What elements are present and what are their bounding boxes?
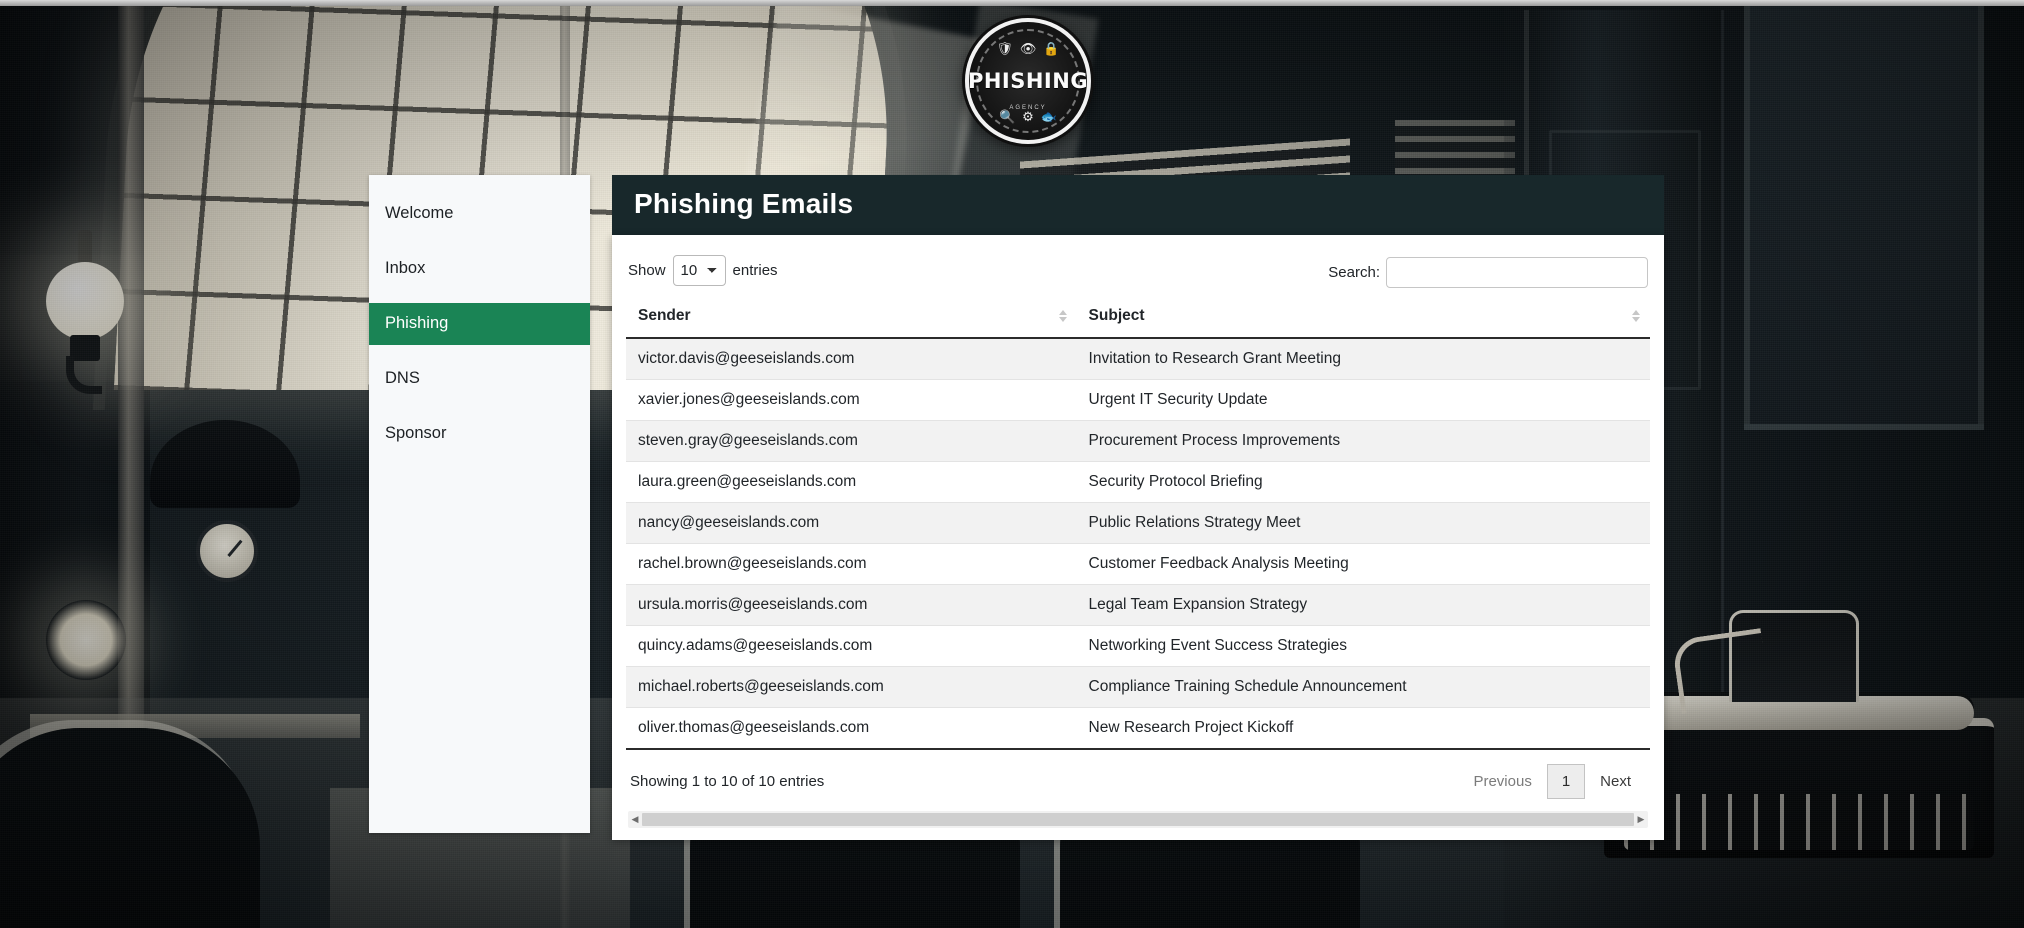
sidebar-nav: Welcome Inbox Phishing DNS Sponsor: [369, 175, 590, 833]
horizontal-scrollbar[interactable]: ◀ ▶: [628, 810, 1648, 828]
sidebar-item-inbox[interactable]: Inbox: [369, 248, 590, 290]
sidebar-item-welcome[interactable]: Welcome: [369, 193, 590, 235]
wall-lamp-globe: [46, 262, 124, 340]
table-row[interactable]: rachel.brown@geeseislands.com Customer Fe…: [626, 543, 1650, 585]
cell-subject: Networking Event Success Strategies: [1076, 625, 1650, 667]
table-row[interactable]: steven.gray@geeseislands.com Procurement …: [626, 420, 1650, 462]
table-row[interactable]: victor.davis@geeseislands.com Invitation …: [626, 337, 1650, 380]
cell-sender: oliver.thomas@geeseislands.com: [626, 707, 1077, 750]
phishing-emails-table: Sender Subject victor.davis@geeseislands…: [626, 295, 1650, 750]
table-row[interactable]: oliver.thomas@geeseislands.com New Resear…: [626, 707, 1650, 750]
lock-icon: 🔒: [1043, 41, 1060, 56]
search-input[interactable]: [1386, 256, 1648, 288]
pagination-next-button[interactable]: Next: [1585, 764, 1646, 799]
desk-lamp-shade: [150, 420, 300, 508]
logo-bottom-icons: 🔍 ⚙ 🐟: [969, 110, 1087, 123]
logo-top-icons: 🛡 👁 🔒: [969, 42, 1087, 55]
cell-subject: Invitation to Research Grant Meeting: [1076, 337, 1650, 380]
table-info: Showing 1 to 10 of 10 entries: [630, 772, 825, 790]
pagination: Previous 1 Next: [1458, 763, 1646, 799]
cell-subject: Customer Feedback Analysis Meeting: [1076, 543, 1650, 585]
scrollbar-thumb[interactable]: [642, 812, 1634, 826]
sidebar-item-label: Welcome: [385, 204, 454, 222]
cell-subject: Urgent IT Security Update: [1076, 379, 1650, 421]
cell-sender: ursula.morris@geeseislands.com: [626, 584, 1077, 626]
cell-sender: nancy@geeseislands.com: [626, 502, 1077, 544]
cell-subject: Security Protocol Briefing: [1076, 461, 1650, 503]
pagination-previous-button[interactable]: Previous: [1458, 764, 1546, 799]
table-header-row: Sender Subject: [626, 295, 1650, 339]
column-header-subject[interactable]: Subject: [1076, 295, 1650, 339]
cell-sender: michael.roberts@geeseislands.com: [626, 666, 1077, 708]
datatable-controls: Show 10 25 50 100 entries Search:: [626, 253, 1650, 296]
table-body: victor.davis@geeseislands.com Invitation …: [626, 337, 1650, 750]
table-row[interactable]: laura.green@geeseislands.com Security Pro…: [626, 461, 1650, 503]
table-row[interactable]: ursula.morris@geeseislands.com Legal Team…: [626, 584, 1650, 626]
cell-subject: New Research Project Kickoff: [1076, 707, 1650, 750]
right-window: [1744, 0, 1984, 430]
cell-sender: quincy.adams@geeseislands.com: [626, 625, 1077, 667]
datatable-card: Show 10 25 50 100 entries Search:: [612, 234, 1664, 840]
sidebar-item-label: Inbox: [385, 258, 426, 277]
scroll-right-arrow-icon[interactable]: ▶: [1634, 814, 1648, 825]
column-header-label: Sender: [638, 306, 691, 324]
page-length-control: Show 10 25 50 100 entries: [628, 253, 778, 286]
cell-sender: laura.green@geeseislands.com: [626, 461, 1077, 503]
logo-wordmark: PHISHING: [967, 69, 1089, 93]
main-panel: Phishing Emails Show 10 25 50 100 entrie…: [612, 175, 1664, 840]
cell-sender: victor.davis@geeseislands.com: [626, 337, 1077, 380]
gear-icon: ⚙: [1022, 109, 1034, 124]
cell-subject: Compliance Training Schedule Announcemen…: [1076, 666, 1650, 708]
show-label: Show: [628, 261, 666, 279]
phishing-agency-logo[interactable]: 🛡 👁 🔒 PHISHING AGENCY 🔍 ⚙ 🐟: [965, 18, 1091, 144]
desk-lamp-glow: [46, 600, 126, 680]
magnifier-icon: 🔍: [998, 109, 1016, 124]
cell-sender: xavier.jones@geeseislands.com: [626, 379, 1077, 421]
cell-subject: Public Relations Strategy Meet: [1076, 502, 1650, 544]
entries-label: entries: [732, 261, 778, 279]
datatable-footer: Showing 1 to 10 of 10 entries Previous 1…: [626, 750, 1650, 805]
pagination-page-1-button[interactable]: 1: [1546, 763, 1586, 799]
table-row[interactable]: michael.roberts@geeseislands.com Complian…: [626, 666, 1650, 708]
table-row[interactable]: xavier.jones@geeseislands.com Urgent IT S…: [626, 379, 1650, 421]
sort-toggle-icon[interactable]: [1632, 310, 1640, 323]
app-viewport: 🛡 👁 🔒 PHISHING AGENCY 🔍 ⚙ 🐟 Welcome Inbo…: [0, 0, 2024, 928]
sidebar-items: Welcome Inbox Phishing DNS Sponsor: [369, 175, 590, 455]
sidebar-item-sponsor[interactable]: Sponsor: [369, 413, 590, 455]
cell-subject: Procurement Process Improvements: [1076, 420, 1650, 462]
table-row[interactable]: quincy.adams@geeseislands.com Networking …: [626, 625, 1650, 667]
column-header-sender[interactable]: Sender: [626, 295, 1077, 339]
column-header-label: Subject: [1088, 306, 1145, 324]
sidebar-item-label: Phishing: [385, 313, 449, 332]
table-head: Sender Subject: [626, 295, 1650, 339]
page-length-select[interactable]: 10 25 50 100: [672, 254, 726, 286]
window-top-border: [0, 0, 2024, 6]
eye-icon: 👁: [1019, 41, 1037, 56]
search-control: Search:: [1328, 253, 1648, 288]
sidebar-item-label: Sponsor: [385, 423, 447, 442]
cell-sender: steven.gray@geeseislands.com: [626, 420, 1077, 462]
search-label: Search:: [1328, 263, 1380, 281]
sidebar-item-phishing[interactable]: Phishing: [369, 302, 590, 345]
fish-hook-icon: 🐟: [1040, 109, 1058, 124]
cell-subject: Legal Team Expansion Strategy: [1076, 584, 1650, 626]
cell-sender: rachel.brown@geeseislands.com: [626, 543, 1077, 585]
table-row[interactable]: nancy@geeseislands.com Public Relations S…: [626, 502, 1650, 544]
wall-clock: [196, 520, 258, 582]
sidebar-item-label: DNS: [385, 368, 420, 387]
sort-toggle-icon[interactable]: [1058, 310, 1067, 323]
sidebar-item-dns[interactable]: DNS: [369, 358, 590, 400]
page-title: Phishing Emails: [612, 175, 1664, 235]
shield-icon: 🛡: [996, 41, 1013, 56]
scroll-left-arrow-icon[interactable]: ◀: [628, 814, 642, 825]
